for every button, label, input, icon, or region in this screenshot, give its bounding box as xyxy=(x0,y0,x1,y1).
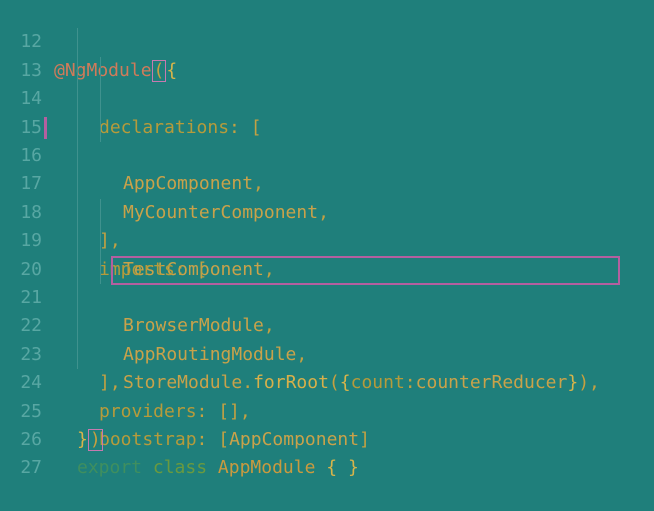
code-text[interactable]: export class AppModule { } xyxy=(77,454,359,482)
code-line-23[interactable]: 23 providers: [], xyxy=(0,312,654,422)
line-number: 27 xyxy=(20,457,42,479)
code-line-15[interactable]: 15 MyCounterComponent, xyxy=(0,85,654,223)
code-line-27[interactable]: 27 xyxy=(0,426,654,478)
keyword-token: export xyxy=(77,457,143,479)
indent-guide xyxy=(77,312,78,341)
code-line-21[interactable]: 21 StoreModule.forRoot({count:counterRed… xyxy=(0,255,654,393)
indent-guide xyxy=(77,284,78,313)
indent-guide xyxy=(77,340,78,370)
indent-guide xyxy=(100,85,101,114)
code-line-19[interactable]: 19 BrowserModule, xyxy=(0,198,654,336)
code-line-12[interactable]: 12 @NgModule({ xyxy=(0,0,654,82)
code-line-13[interactable]: 13 declarations: [ xyxy=(0,28,654,138)
indent-guide xyxy=(77,142,78,171)
indent-guide xyxy=(77,113,78,142)
code-line-22[interactable]: 22 ], xyxy=(0,284,654,393)
indent-guide xyxy=(100,227,101,256)
indent-guide xyxy=(77,56,78,86)
indent-guide xyxy=(100,113,101,142)
code-line-26[interactable]: 26 export class AppModule { } xyxy=(0,398,654,478)
code-editor[interactable]: 12 @NgModule({ 13 declarations: [ 14 App… xyxy=(0,0,654,478)
indent-guide xyxy=(77,28,78,57)
keyword-token: class xyxy=(152,457,208,479)
code-line-18[interactable]: 18 imports: [ xyxy=(0,170,654,280)
indent-guide xyxy=(77,227,78,256)
indent-guide xyxy=(100,198,101,228)
indent-guide xyxy=(77,198,78,228)
indent-guide xyxy=(100,255,101,284)
code-line-20[interactable]: 20 AppRoutingModule, xyxy=(0,227,654,365)
class-name-token: AppModule xyxy=(217,457,316,479)
indent-guide xyxy=(77,255,78,284)
code-line-16[interactable]: 16 TestComponent, xyxy=(0,113,654,280)
code-line-14[interactable]: 14 AppComponent, xyxy=(0,56,654,194)
brace-token: { } xyxy=(315,457,359,479)
git-modified-marker[interactable] xyxy=(44,116,47,139)
code-line-17[interactable]: 17 ], xyxy=(0,142,654,251)
indent-guide xyxy=(77,170,78,199)
code-line-25[interactable]: 25 }) xyxy=(0,369,654,451)
indent-guide xyxy=(100,56,101,86)
code-line-24[interactable]: 24 bootstrap: [AppComponent] xyxy=(0,340,654,450)
indent-guide xyxy=(77,85,78,114)
